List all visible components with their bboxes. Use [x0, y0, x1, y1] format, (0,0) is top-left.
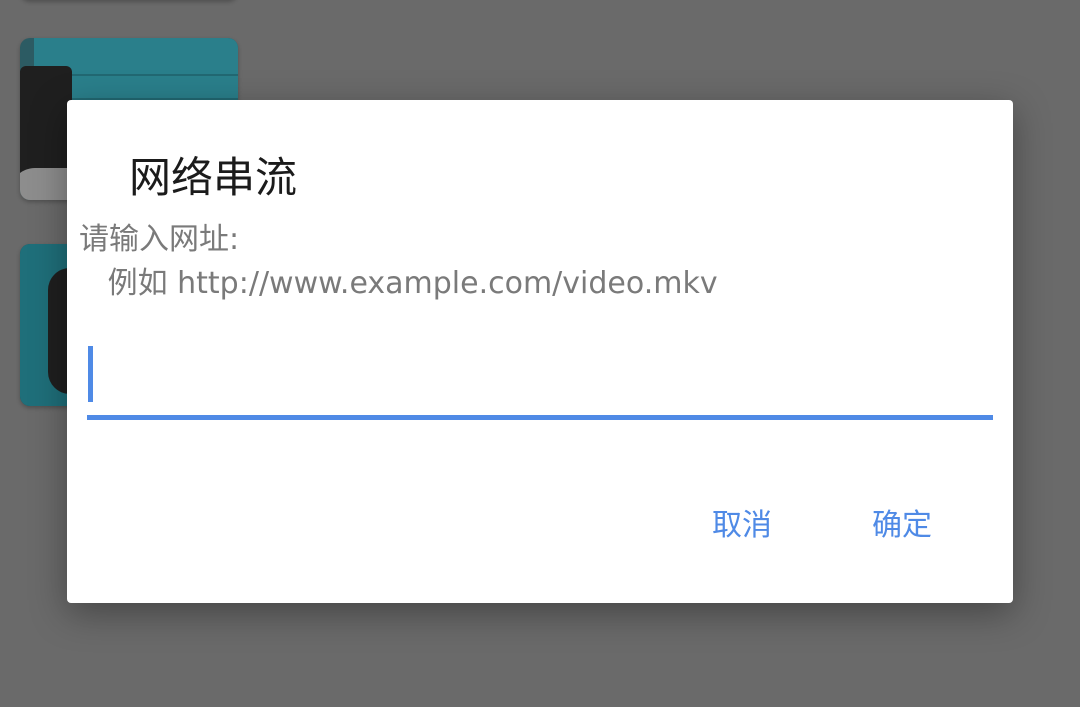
- cancel-button[interactable]: 取消: [712, 504, 772, 548]
- url-input[interactable]: [87, 340, 993, 414]
- dialog-message: 请输入网址: 例如 http://www.example.com/video.m…: [79, 222, 718, 301]
- url-field[interactable]: [87, 340, 993, 420]
- thumbnail-detail: [60, 74, 238, 76]
- text-cursor: [88, 346, 93, 402]
- dialog-title: 网络串流: [129, 153, 298, 202]
- network-stream-dialog: 网络串流 请输入网址: 例如 http://www.example.com/vi…: [67, 100, 1013, 603]
- ok-button[interactable]: 确定: [872, 504, 932, 548]
- input-underline: [87, 415, 993, 420]
- thumbnail-phone: [20, 66, 72, 178]
